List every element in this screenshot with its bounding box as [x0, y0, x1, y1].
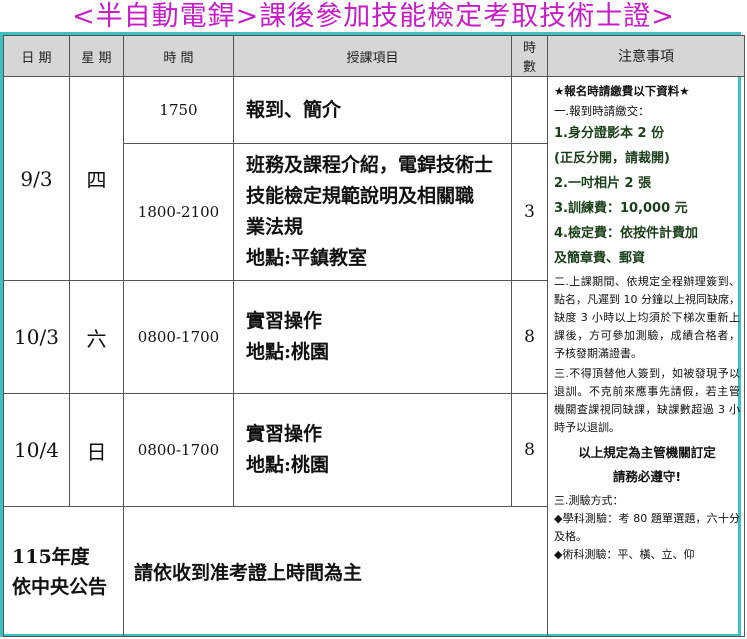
item-line: 地點:桃園: [246, 341, 330, 363]
notes-section4-item: ◆術科測驗：平、橫、立、仰: [554, 548, 695, 561]
schedule-table: 日 期 星 期 時 間 授課項目 時 數 注意事項 9/3 四 1750 報到、…: [3, 35, 745, 637]
item-line: 地點:桃園: [246, 454, 330, 476]
page-title: <半自動電銲>課後參加技能檢定考取技術士證>: [72, 1, 675, 32]
hours-cell: 8: [511, 393, 548, 507]
notes-cell: ★報名時請繳費以下資料★ 一.報到時請繳交： 1.身分證影本 2 份 (正反分開…: [547, 76, 745, 637]
notes-item: 1.身分證影本 2 份: [554, 126, 665, 141]
year-cell: 115年度 依中央公告: [3, 506, 124, 637]
item-cell: 實習操作 地點:桃園: [233, 393, 512, 507]
notes-section4-item: ◆學科測驗：考 80 題單選題，六十分及格。: [554, 512, 740, 543]
weekday-cell: 四: [69, 76, 124, 281]
notes-rule-line1: 以上規定為主管機關訂定: [578, 445, 716, 460]
weekday-cell: 日: [69, 393, 124, 507]
date-cell: 9/3: [3, 76, 70, 281]
announce-line: 依中央公告: [12, 575, 108, 598]
header-hours-line1: 時: [522, 41, 536, 56]
time-cell: 0800-1700: [123, 280, 234, 394]
date-cell: 10/3: [3, 280, 70, 394]
item-line: 業法規: [246, 216, 304, 238]
item-cell: 班務及課程介紹，電銲技術士 技能檢定規範說明及相關職 業法規 地點:平鎮教室: [233, 143, 512, 281]
date-cell: 10/4: [3, 393, 70, 507]
item-line: 實習操作: [246, 423, 323, 445]
notes-header: ★報名時請繳費以下資料★: [554, 84, 690, 98]
notes-section4-title: 三.測驗方式：: [554, 494, 624, 507]
header-time: 時 間: [123, 35, 234, 77]
notes-rule-line2: 請務必遵守!: [612, 469, 682, 484]
header-item: 授課項目: [233, 35, 512, 77]
time-cell: 0800-1700: [123, 393, 234, 507]
table-row: 9/3 四 1750 報到、簡介 ★報名時請繳費以下資料★ 一.報到時請繳交： …: [3, 76, 745, 637]
notes-item: (正反分開，請裁開): [554, 151, 670, 166]
hours-cell: 3: [511, 143, 548, 281]
hours-cell-empty: [511, 76, 548, 144]
header-hours: 時 數: [511, 35, 548, 77]
time-cell: 1800-2100: [123, 143, 234, 281]
header-hours-line2: 數: [522, 60, 536, 75]
item-line: 地點:平鎮教室: [246, 247, 368, 269]
notes-item: 3.訓練費：10,000 元: [554, 201, 688, 216]
item-line: 報到、簡介: [246, 98, 342, 121]
time-cell: 1750: [123, 76, 234, 144]
header-weekday: 星 期: [69, 35, 124, 77]
year-line: 115年度: [12, 545, 90, 568]
weekday-cell: 六: [69, 280, 124, 394]
header-notes: 注意事項: [547, 35, 745, 77]
item-line: 班務及課程介紹，電銲技術士: [246, 154, 494, 176]
header-row: 日 期 星 期 時 間 授課項目 時 數 注意事項: [3, 35, 745, 77]
item-cell: 報到、簡介: [233, 76, 512, 144]
item-line: 技能檢定規範說明及相關職: [246, 185, 475, 207]
item-line: 實習操作: [246, 310, 323, 332]
notes-item: 及簡章費、郵資: [554, 251, 646, 266]
notes-item: 2.一吋相片 2 張: [554, 176, 652, 191]
notes-section1-title: 一.報到時請繳交：: [554, 104, 650, 118]
notes-item: 4.檢定費：依按件計費加: [554, 226, 698, 241]
notes-section3: 三.不得頂替他人簽到，如被發現予以退訓。不克前來應事先請假，若主管機關查課視同缺…: [554, 367, 740, 434]
exam-time-note: 請依收到准考證上時間為主: [123, 506, 548, 637]
hours-cell: 8: [511, 280, 548, 394]
notes-section2: 二.上課期間、依規定全程辦理簽到、點名，凡遲到 10 分鐘以上視同缺席，缺度 3…: [554, 275, 740, 360]
item-cell: 實習操作 地點:桃園: [233, 280, 512, 394]
header-date: 日 期: [3, 35, 70, 77]
